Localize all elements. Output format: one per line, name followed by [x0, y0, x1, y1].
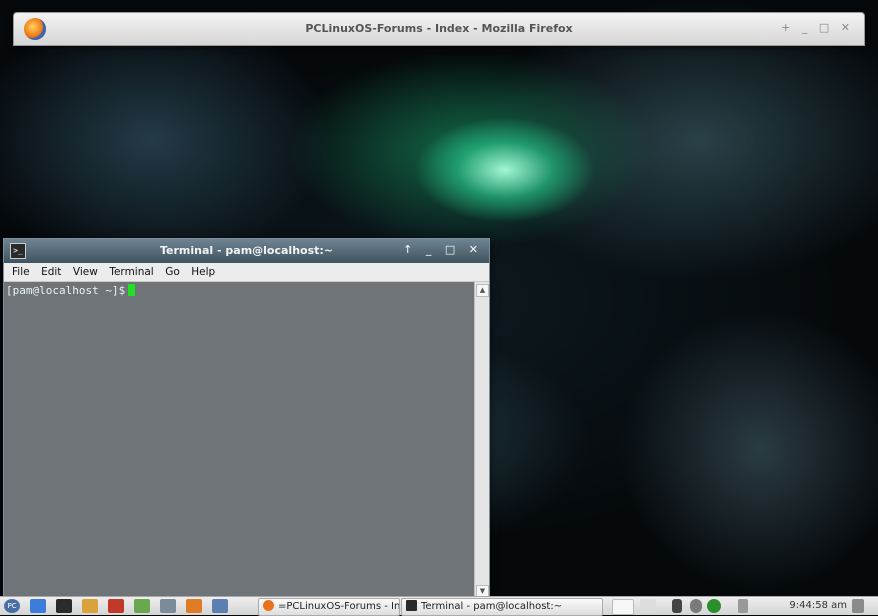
- usb-icon[interactable]: [672, 599, 682, 613]
- terminal-window-controls[interactable]: ↑ _ □ ✕: [403, 243, 483, 256]
- updates-check-icon[interactable]: [707, 599, 721, 613]
- menu-view[interactable]: View: [73, 263, 98, 281]
- web-browser-icon[interactable]: [186, 599, 202, 613]
- clock[interactable]: 9:44:58 am: [789, 600, 847, 611]
- power-icon[interactable]: [738, 599, 748, 613]
- network-icon[interactable]: [690, 599, 702, 613]
- task-terminal[interactable]: Terminal - pam@localhost:~: [401, 598, 603, 616]
- firefox-task-icon: [263, 600, 274, 611]
- control-center-icon[interactable]: [160, 599, 176, 613]
- software-installer-icon[interactable]: [134, 599, 150, 613]
- firefox-window-controls[interactable]: + _ □ ✕: [781, 21, 854, 34]
- firefox-window-title: PCLinuxOS-Forums - Index - Mozilla Firef…: [305, 22, 573, 35]
- screenshot-icon[interactable]: [108, 599, 124, 613]
- menu-file[interactable]: File: [12, 263, 30, 281]
- terminal-cursor: [128, 284, 136, 296]
- trash-icon[interactable]: [852, 599, 864, 613]
- task-firefox-label: =PCLinuxOS-Forums - Ind...: [278, 601, 400, 612]
- scroll-up-arrow-icon[interactable]: ▲: [476, 284, 489, 297]
- task-terminal-label: Terminal - pam@localhost:~: [421, 601, 563, 612]
- terminal-menubar: File Edit View Terminal Go Help: [4, 263, 489, 282]
- pclinuxos-menu-icon[interactable]: PC: [4, 599, 20, 613]
- text-editor-icon[interactable]: [82, 599, 98, 613]
- menu-go[interactable]: Go: [165, 263, 180, 281]
- file-manager-icon[interactable]: [30, 599, 46, 613]
- terminal-scrollbar[interactable]: ▲ ▼: [474, 282, 489, 600]
- menu-help[interactable]: Help: [191, 263, 215, 281]
- terminal-launcher-icon[interactable]: [56, 599, 72, 613]
- show-desktop-icon[interactable]: [212, 599, 228, 613]
- terminal-window[interactable]: >_ Terminal - pam@localhost:~ ↑ _ □ ✕ Fi…: [3, 238, 490, 602]
- terminal-prompt: [pam@localhost ~]$: [6, 284, 136, 297]
- terminal-output-area[interactable]: [pam@localhost ~]$: [4, 282, 474, 600]
- terminal-task-icon: [406, 600, 417, 611]
- taskbar: PC =PCLinuxOS-Forums - Ind... Terminal -…: [0, 596, 878, 616]
- volume-icon[interactable]: [640, 599, 656, 613]
- task-firefox[interactable]: =PCLinuxOS-Forums - Ind...: [258, 598, 400, 616]
- firefox-window-titlebar[interactable]: PCLinuxOS-Forums - Index - Mozilla Firef…: [13, 12, 865, 46]
- workspace-pager[interactable]: [612, 599, 634, 615]
- prompt-text: [pam@localhost ~]$: [6, 284, 126, 297]
- terminal-titlebar[interactable]: >_ Terminal - pam@localhost:~ ↑ _ □ ✕: [4, 239, 489, 263]
- menu-edit[interactable]: Edit: [41, 263, 61, 281]
- menu-terminal[interactable]: Terminal: [109, 263, 153, 281]
